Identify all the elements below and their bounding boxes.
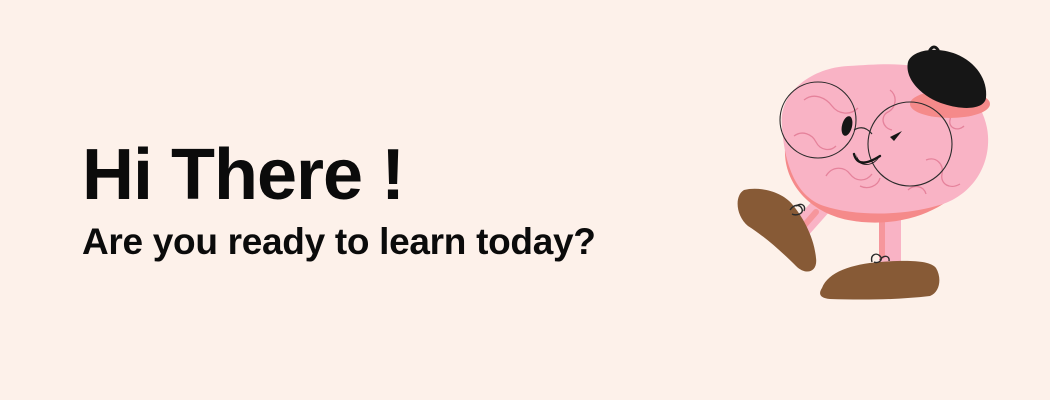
brain-mascot-icon: [737, 45, 990, 300]
greeting-headline: Hi There !: [82, 135, 405, 215]
greeting-block: Hi There ! Are you ready to learn today?: [82, 134, 596, 264]
greeting-subheadline: Are you ready to learn today?: [82, 221, 596, 262]
welcome-banner: Hi There ! Are you ready to learn today?: [0, 0, 1050, 400]
